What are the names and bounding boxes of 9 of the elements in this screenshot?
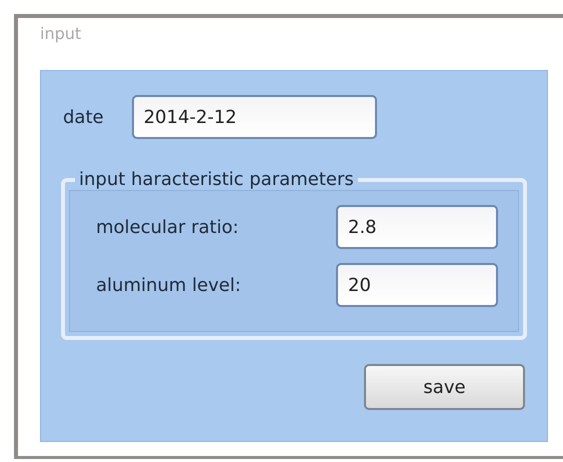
- group-legend: input haracteristic parameters: [75, 169, 358, 190]
- input-field[interactable]: 2.8: [336, 205, 498, 249]
- date-field[interactable]: 2014-2-12: [132, 95, 377, 139]
- window-title: input: [40, 24, 82, 45]
- field-label: aluminum level:: [96, 274, 241, 296]
- save-button[interactable]: save: [364, 364, 525, 410]
- field-label: molecular ratio:: [96, 216, 239, 238]
- input-field[interactable]: 20: [336, 263, 498, 307]
- date-label: date: [63, 106, 104, 128]
